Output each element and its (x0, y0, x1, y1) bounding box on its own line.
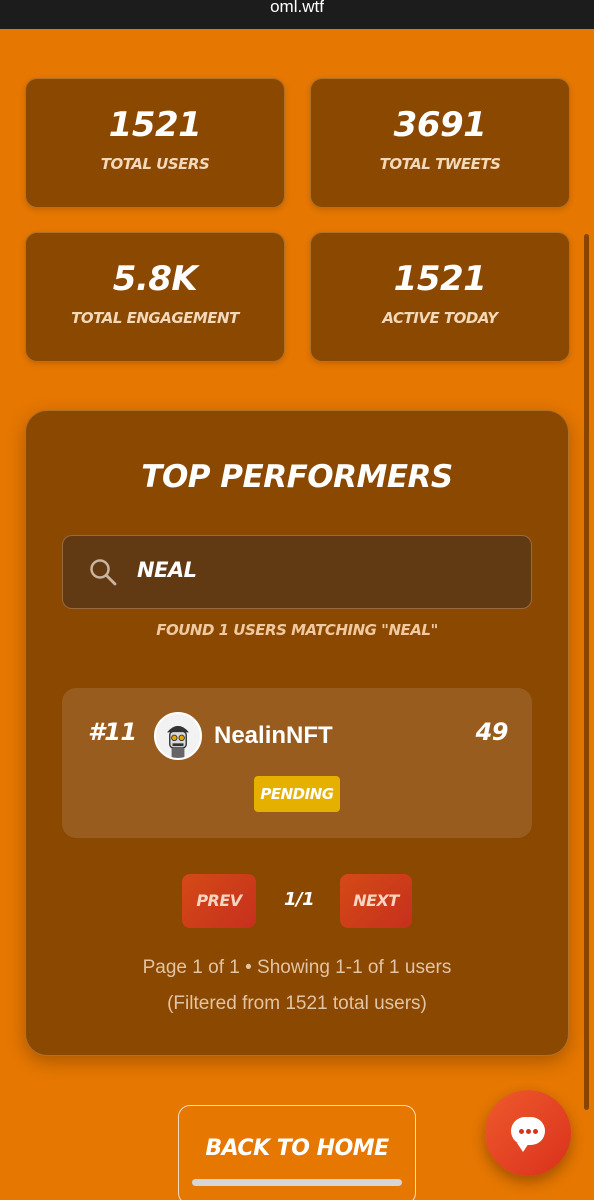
pagination-info: Page 1 of 1 • Showing 1-1 of 1 users (142, 957, 452, 978)
user-row[interactable]: #11 NealinNFT 49 PENDING (62, 688, 532, 838)
status-badge: PENDING (254, 776, 340, 812)
avatar-icon (154, 712, 202, 760)
stat-card-total-users: 1521 TOTAL USERS (25, 78, 285, 208)
browser-url-bar[interactable]: oml.wtf (0, 0, 594, 29)
stat-value: 1521 (108, 105, 202, 145)
stat-card-total-engagement: 5.8K TOTAL ENGAGEMENT (25, 232, 285, 362)
stat-label: ACTIVE TODAY (382, 309, 498, 327)
chat-icon (511, 1117, 545, 1152)
chat-button[interactable] (485, 1090, 571, 1176)
panel-title: TOP PERFORMERS (141, 459, 453, 495)
user-rank: #11 (88, 718, 137, 746)
scrollbar[interactable] (584, 234, 589, 1110)
stat-value: 1521 (393, 259, 487, 299)
page-indicator: 1/1 (284, 889, 315, 910)
search-value: NEAL (137, 558, 197, 582)
top-performers-panel: TOP PERFORMERS NEAL FOUND 1 USERS MATCHI… (25, 410, 569, 1056)
username[interactable]: NealinNFT (214, 722, 333, 750)
stat-value: 5.8K (112, 259, 198, 299)
stat-label: TOTAL USERS (100, 155, 210, 173)
search-result-count: FOUND 1 USERS MATCHING "NEAL" (156, 621, 438, 639)
search-input[interactable]: NEAL (62, 535, 532, 609)
stat-card-active-today: 1521 ACTIVE TODAY (310, 232, 570, 362)
stat-card-total-tweets: 3691 TOTAL TWEETS (310, 78, 570, 208)
prev-button[interactable]: PREV (182, 874, 256, 928)
stat-value: 3691 (393, 105, 487, 145)
home-indicator (192, 1179, 402, 1186)
stat-label: TOTAL ENGAGEMENT (71, 309, 239, 327)
search-icon (90, 559, 117, 586)
stat-label: TOTAL TWEETS (379, 155, 501, 173)
filter-info: (Filtered from 1521 total users) (167, 993, 427, 1014)
url-text: oml.wtf (270, 0, 324, 16)
back-to-home-label: BACK TO HOME (205, 1136, 389, 1161)
next-button[interactable]: NEXT (340, 874, 412, 928)
user-score: 49 (475, 718, 509, 746)
